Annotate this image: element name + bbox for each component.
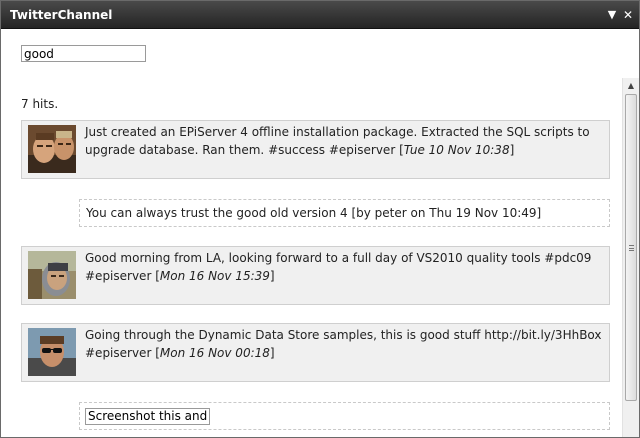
reply-input[interactable]: Screenshot this and [85,408,210,425]
twitterchannel-window: TwitterChannel ▼ ✕ 7 hits. Just created … [0,0,640,438]
tweet-date: Mon 16 Nov 15:39 [159,269,270,283]
grip-icon [629,245,634,251]
tweet-item: Just created an EPiServer 4 offline inst… [21,120,610,179]
window-title: TwitterChannel [10,8,113,22]
tweet-item: Going through the Dynamic Data Store sam… [21,323,610,382]
chevron-down-icon[interactable]: ▼ [605,8,619,22]
avatar [28,251,76,299]
reply-compose: Screenshot this and [79,402,610,430]
tweet-date: Tue 10 Nov 10:38 [403,143,510,157]
note-text: You can always trust the good old versio… [86,206,542,220]
search-input[interactable] [21,45,146,62]
scroll-up-icon[interactable]: ▲ [623,78,639,94]
title-bar: TwitterChannel ▼ ✕ [1,1,639,29]
close-icon[interactable]: ✕ [621,8,635,22]
tweet-date-close: ] [509,143,515,157]
reply-note: You can always trust the good old versio… [79,199,610,227]
tweet-date: Mon 16 Nov 00:18 [159,346,270,360]
scrollbar[interactable]: ▲ [622,78,639,437]
scrollbar-thumb[interactable] [625,94,637,401]
hits-count: 7 hits. [21,97,59,111]
tweet-date-close: ] [269,269,275,283]
tweet-item: Good morning from LA, looking forward to… [21,246,610,305]
avatar [28,328,76,376]
tweet-date-close: ] [269,346,275,360]
avatar [28,125,76,173]
